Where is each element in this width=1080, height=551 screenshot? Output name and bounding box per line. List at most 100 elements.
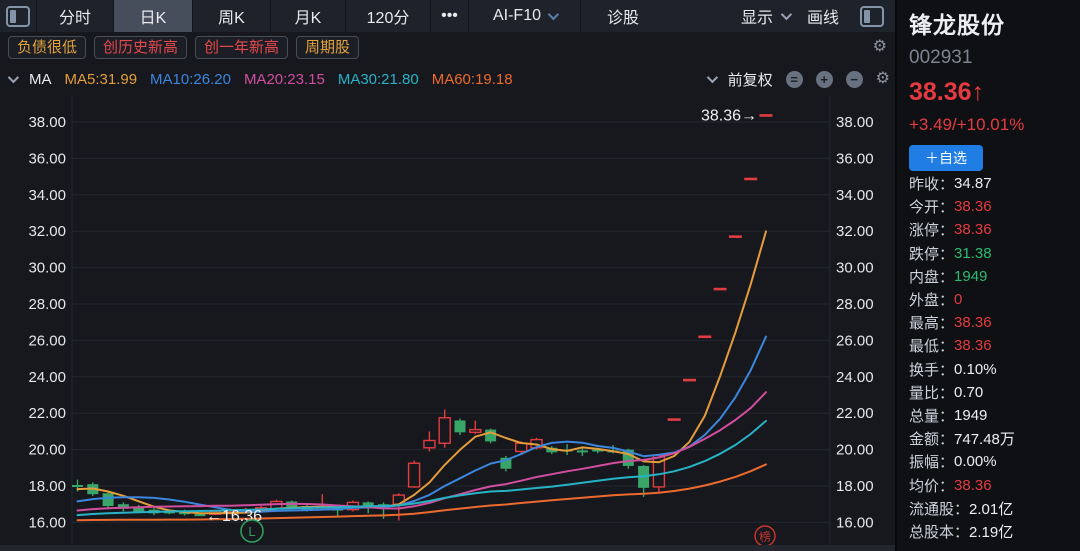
y-axis-label-right: 18.00 <box>836 478 874 495</box>
ma-values: MA5:31.99 MA10:26.20 MA20:23.15 MA30:21.80 M… <box>65 71 513 88</box>
toolbar-spacer <box>665 0 741 32</box>
tag-low-debt[interactable]: 负债很低 <box>8 36 86 59</box>
stat-row-total-shares: 总股本：2.19亿 <box>909 520 1076 543</box>
tab-monthly-k[interactable]: 月K <box>270 0 345 32</box>
chevron-down-icon[interactable] <box>706 72 717 83</box>
indicator-settings-gear-icon[interactable]: ⚙ <box>876 71 890 87</box>
down-candle <box>103 493 114 506</box>
y-axis-label-left: 20.00 <box>28 442 66 459</box>
ma30-value: MA30:21.80 <box>338 71 419 88</box>
add-watchlist-button[interactable]: ＋自选 <box>909 145 983 171</box>
tag-one-year-high[interactable]: 创一年新高 <box>195 36 288 59</box>
price-change: +3.49/+10.01% <box>909 115 1080 135</box>
last-price-annotation: 38.36→ <box>701 107 757 124</box>
tag-cyclical[interactable]: 周期股 <box>296 36 359 59</box>
y-axis-label-left: 34.00 <box>28 187 66 204</box>
ma60-value: MA60:19.18 <box>432 71 513 88</box>
stat-label: 量比： <box>909 382 954 403</box>
y-axis-label-right: 16.00 <box>836 514 874 531</box>
stat-value: 1949 <box>954 268 987 285</box>
stock-code: 002931 <box>909 47 1080 69</box>
tag-all-time-high[interactable]: 创历史新高 <box>94 36 187 59</box>
chevron-down-icon[interactable] <box>8 72 19 83</box>
stat-label: 流通股： <box>909 498 969 519</box>
down-candle <box>455 420 466 432</box>
tab-ai-f10[interactable]: AI-F10 <box>468 0 580 32</box>
tags: 负债很低创历史新高创一年新高周期股 <box>8 36 359 59</box>
stat-value: 38.36 <box>954 477 992 494</box>
stat-value: 34.87 <box>954 175 992 192</box>
low-price-annotation: ←16.36 <box>206 508 262 525</box>
zoom-in-button[interactable]: + <box>816 71 833 88</box>
limit-up-dash-candle <box>714 288 727 291</box>
stat-label: 总股本： <box>909 521 969 542</box>
chart-toolbar: 分时日K周K月K120分•••AI-F10诊股 显示 画线 <box>0 0 895 32</box>
ma-indicator-bar: MA MA5:31.99MA10:26.20MA20:23.15MA30:21.… <box>8 66 890 92</box>
stat-row-open: 今开：38.36 <box>909 195 1076 218</box>
adjust-mode-label[interactable]: 前复权 <box>728 69 773 90</box>
stat-label: 总量： <box>909 405 954 426</box>
panel-toggle-left-button[interactable] <box>0 0 36 32</box>
fit-zoom-button[interactable]: = <box>786 71 803 88</box>
stat-row-inner-vol: 内盘：1949 <box>909 265 1076 288</box>
rank-stamp-icon: 榜 <box>754 525 777 548</box>
stat-label: 均价： <box>909 475 954 496</box>
tab-more[interactable]: ••• <box>430 0 468 32</box>
limit-up-dash-candle <box>698 335 711 338</box>
zoom-out-button[interactable]: − <box>846 71 863 88</box>
stat-value: 0.70 <box>954 384 983 401</box>
stat-value: 2.01亿 <box>969 498 1013 519</box>
up-candle <box>516 443 527 451</box>
tab-diagnose[interactable]: 诊股 <box>580 0 665 32</box>
stat-value: 0.00% <box>954 453 997 470</box>
stat-value: 2.19亿 <box>969 521 1013 542</box>
draw-line-button[interactable]: 画线 <box>807 4 839 28</box>
ma20-value: MA20:23.15 <box>244 71 325 88</box>
stat-row-amplitude: 振幅：0.00% <box>909 450 1076 473</box>
tab-daily-k[interactable]: 日K <box>113 0 192 32</box>
stat-label: 金额： <box>909 428 954 449</box>
panel-toggle-right-button[interactable] <box>857 6 887 27</box>
y-axis-label-left: 16.00 <box>28 514 66 531</box>
stat-row-total-vol: 总量：1949 <box>909 404 1076 427</box>
panel-toggle-icon <box>860 6 884 27</box>
tab-weekly-k[interactable]: 周K <box>192 0 270 32</box>
stat-value: 747.48万 <box>954 428 1015 449</box>
time-axis-strip <box>0 545 895 551</box>
y-axis-label-right: 20.00 <box>836 442 874 459</box>
y-axis-label-left: 32.00 <box>28 223 66 240</box>
up-candle <box>424 441 435 448</box>
stat-label: 涨停： <box>909 219 954 240</box>
tab-120min[interactable]: 120分 <box>345 0 430 32</box>
ma5-value: MA5:31.99 <box>65 71 138 88</box>
tab-minute[interactable]: 分时 <box>36 0 113 32</box>
stat-row-limit-down: 跌停：31.38 <box>909 242 1076 265</box>
stat-value: 1949 <box>954 407 987 424</box>
stat-value: 38.36 <box>954 314 992 331</box>
up-candle <box>470 430 481 433</box>
chart-area: 分时日K周K月K120分•••AI-F10诊股 显示 画线 负债很低创历史新高创… <box>0 0 895 551</box>
y-axis-label-right: 22.00 <box>836 405 874 422</box>
last-price: 38.36↑ <box>909 78 1080 107</box>
y-axis-label-left: 18.00 <box>28 478 66 495</box>
stat-row-high: 最高：38.36 <box>909 311 1076 334</box>
stat-row-turnover: 换手：0.10% <box>909 358 1076 381</box>
chevron-down-icon <box>781 9 792 20</box>
limit-up-dash-candle <box>683 379 696 382</box>
tag-settings-gear-icon[interactable]: ⚙ <box>873 39 887 55</box>
display-menu[interactable]: 显示 <box>741 4 789 28</box>
stat-label: 跌停： <box>909 243 954 264</box>
y-axis-label-left: 30.00 <box>28 260 66 277</box>
stat-label: 最高： <box>909 312 954 333</box>
limit-up-dash-candle <box>744 178 757 181</box>
stat-value: 0 <box>954 291 962 308</box>
stat-row-float-shares: 流通股：2.01亿 <box>909 497 1076 520</box>
panel-toggle-icon <box>6 6 30 27</box>
stat-row-amount: 金额：747.48万 <box>909 427 1076 450</box>
y-axis-label-right: 30.00 <box>836 260 874 277</box>
y-axis-label-right: 36.00 <box>836 150 874 167</box>
y-axis-label-right: 38.00 <box>836 114 874 131</box>
draw-line-label: 画线 <box>807 4 839 28</box>
ma10-value: MA10:26.20 <box>150 71 231 88</box>
quote-panel: 锋龙股份 002931 38.36↑ +3.49/+10.01% ＋自选 昨收：… <box>895 0 1080 551</box>
